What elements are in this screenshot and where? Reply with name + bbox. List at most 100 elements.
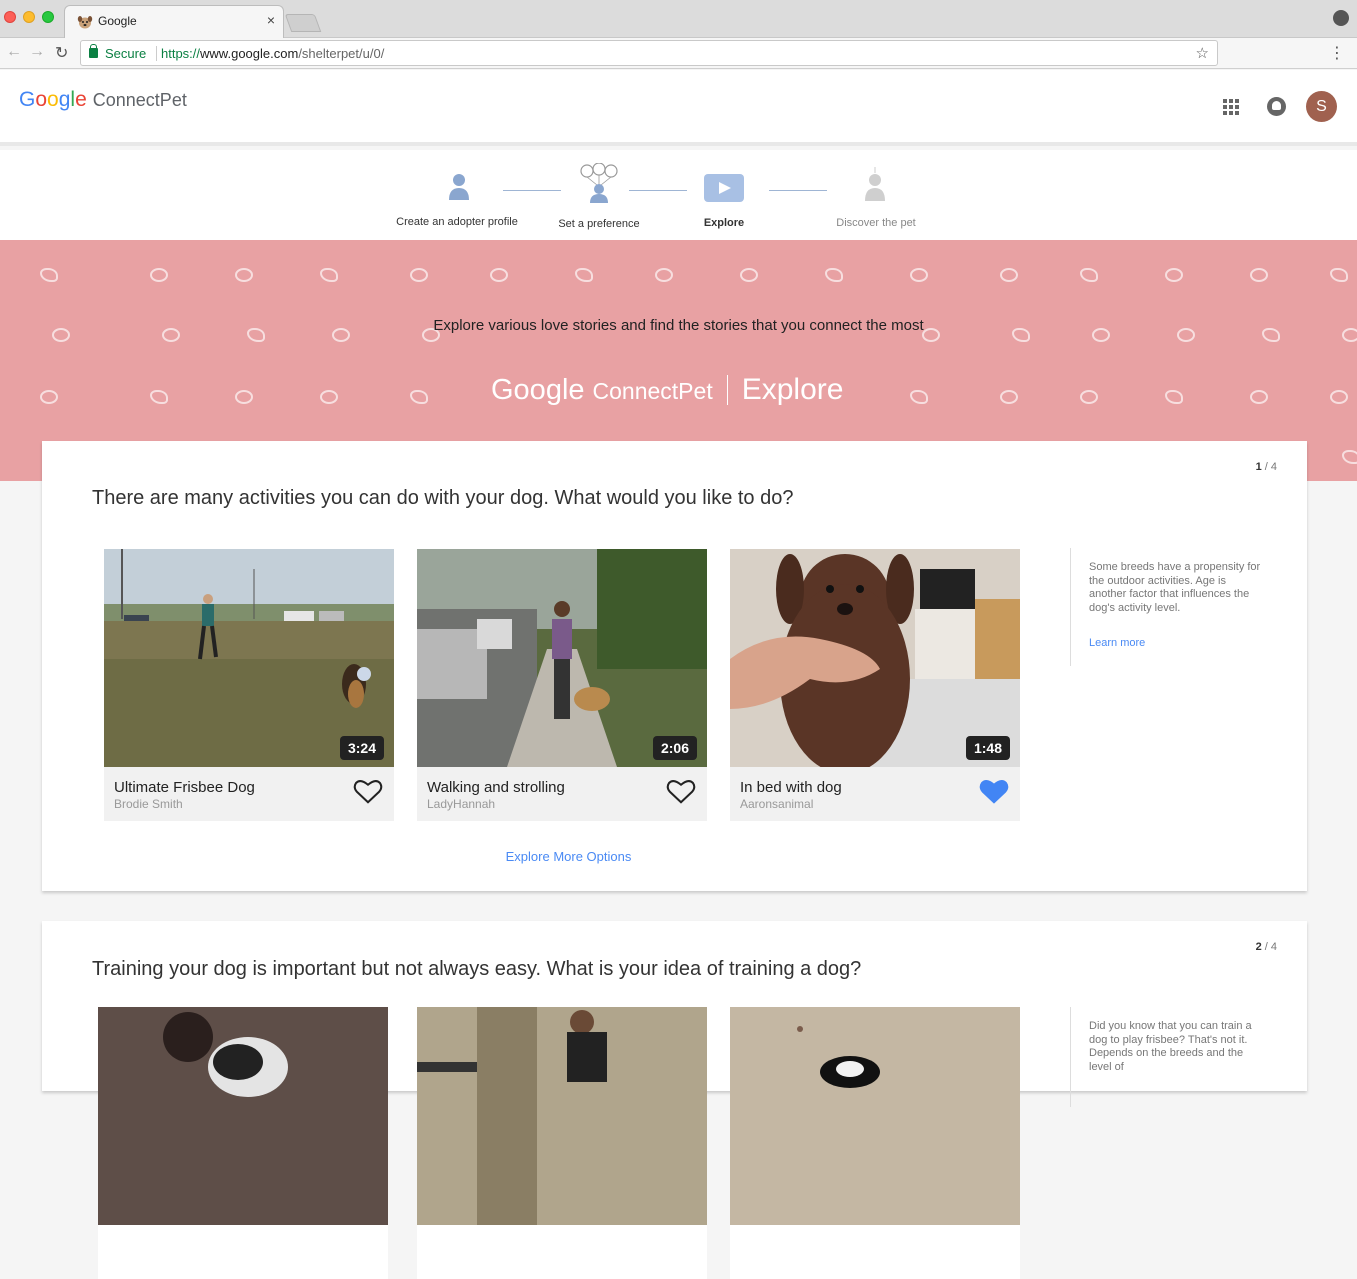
video-thumbnail[interactable] — [730, 1007, 1020, 1225]
video-card[interactable]: 3:24 Ultimate Frisbee Dog Brodie Smith — [104, 549, 394, 821]
video-thumbnail[interactable] — [98, 1007, 388, 1225]
pet-pattern-shape — [825, 268, 843, 282]
training-room-image — [417, 1007, 707, 1225]
hero-tagline: Explore various love stories and find th… — [433, 317, 924, 334]
video-author: Aaronsanimal — [740, 797, 814, 811]
pet-pattern-shape — [150, 268, 168, 282]
walking-street-image — [417, 549, 707, 767]
avatar[interactable]: S — [1306, 91, 1337, 122]
video-card[interactable] — [417, 1007, 707, 1279]
question-card: 2 / 4 Training your dog is important but… — [42, 921, 1307, 1279]
couch-dog-image — [98, 1007, 388, 1225]
question-card: 1 / 4 There are many activities you can … — [42, 441, 1307, 891]
app-header: Google ConnectPet S — [0, 70, 1357, 146]
notifications-icon[interactable] — [1267, 97, 1286, 116]
apps-grid-icon[interactable] — [1223, 99, 1239, 115]
pet-pattern-shape — [910, 268, 928, 282]
heart-filled-icon[interactable] — [979, 777, 1009, 805]
step-label-discover[interactable]: Discover the pet — [836, 217, 915, 229]
hero-brand-google: Google — [491, 374, 585, 406]
step-label-set-preference[interactable]: Set a preference — [558, 218, 639, 230]
bookmark-star-icon[interactable]: ☆ — [1196, 44, 1209, 62]
tab-title: Google — [98, 14, 137, 28]
tip-text: Some breeds have a propensity for the ou… — [1089, 561, 1261, 614]
close-window-button[interactable] — [4, 11, 16, 23]
dog-favicon-icon — [77, 16, 93, 29]
url-divider — [156, 46, 157, 61]
hero-brand-separator — [726, 375, 728, 405]
pet-pattern-shape — [1000, 390, 1018, 404]
minimize-window-button[interactable] — [23, 11, 35, 23]
video-thumbnail[interactable] — [417, 1007, 707, 1225]
tab-close-icon[interactable]: × — [267, 12, 275, 28]
pet-pattern-shape — [40, 390, 58, 404]
video-card[interactable] — [98, 1007, 388, 1279]
video-thumbnail[interactable]: 2:06 — [417, 549, 707, 767]
pet-pattern-shape — [1250, 390, 1268, 404]
video-thumbnail[interactable]: 1:48 — [730, 549, 1020, 767]
step-label-explore[interactable]: Explore — [704, 217, 744, 229]
heart-outline-icon[interactable] — [353, 777, 383, 805]
tip-sidebar: Did you know that you can train a dog to… — [1070, 1007, 1265, 1107]
secure-label: Secure — [105, 46, 147, 61]
explore-more-link[interactable]: Explore More Options — [42, 849, 1095, 864]
hero-brand-section: Explore — [741, 373, 844, 406]
url-path: /shelterpet/u/0/ — [298, 46, 385, 61]
counter-total: / 4 — [1261, 941, 1277, 953]
video-author: Brodie Smith — [114, 797, 183, 811]
learn-more-link[interactable]: Learn more — [1089, 637, 1265, 649]
step-connector — [769, 190, 827, 191]
pet-pattern-shape — [490, 268, 508, 282]
browser-profile-icon[interactable] — [1333, 10, 1349, 26]
video-duration: 1:48 — [965, 736, 1010, 760]
video-duration: 3:24 — [339, 736, 384, 760]
step-label-create-profile[interactable]: Create an adopter profile — [396, 216, 518, 228]
pet-pattern-shape — [1342, 450, 1357, 464]
video-duration: 2:06 — [652, 736, 697, 760]
heart-outline-icon[interactable] — [666, 777, 696, 805]
pet-pattern-shape — [320, 268, 338, 282]
pet-pattern-shape — [150, 390, 168, 404]
video-title[interactable]: In bed with dog — [740, 779, 842, 796]
pet-pattern-shape — [235, 268, 253, 282]
pet-pattern-shape — [410, 390, 428, 404]
step-connector — [503, 190, 561, 191]
question-title: There are many activities you can do wit… — [92, 487, 794, 509]
video-author: LadyHannah — [427, 797, 496, 811]
progress-stepper: Create an adopter profile Set a preferen… — [0, 150, 1357, 240]
url-scheme: https:// — [161, 46, 201, 61]
pet-pattern-shape — [1250, 268, 1268, 282]
discover-pet-icon — [865, 167, 885, 201]
pet-pattern-shape — [575, 268, 593, 282]
maximize-window-button[interactable] — [42, 11, 54, 23]
explore-play-icon — [704, 174, 744, 202]
reload-icon[interactable]: ↻ — [55, 43, 68, 63]
browser-tab[interactable]: Google × — [64, 5, 284, 39]
address-bar[interactable]: Secure https://www.google.com/shelterpet… — [80, 40, 1218, 66]
carpet-puppy-image — [730, 1007, 1020, 1225]
frisbee-park-image — [104, 549, 394, 767]
question-counter: 1 / 4 — [1256, 461, 1277, 473]
pet-pattern-shape — [1330, 268, 1348, 282]
video-thumbnail[interactable]: 3:24 — [104, 549, 394, 767]
video-title[interactable]: Walking and strolling — [427, 779, 565, 796]
logo-letter: G — [19, 88, 36, 111]
pet-pattern-shape — [1165, 390, 1183, 404]
browser-menu-icon[interactable]: ⋮ — [1329, 43, 1345, 63]
forward-arrow-icon[interactable]: → — [29, 43, 45, 61]
tip-text: Did you know that you can train a dog to… — [1089, 1020, 1252, 1073]
pet-pattern-shape — [1000, 268, 1018, 282]
new-tab-button[interactable] — [284, 14, 322, 32]
logo-letter: o — [47, 88, 59, 111]
video-card[interactable] — [730, 1007, 1020, 1279]
logo-letter: o — [35, 88, 48, 111]
back-arrow-icon[interactable]: ← — [6, 43, 22, 61]
video-card[interactable]: 2:06 Walking and strolling LadyHannah — [417, 549, 707, 821]
url-text[interactable]: https://www.google.com/shelterpet/u/0/ — [161, 46, 384, 61]
pet-pattern-shape — [655, 268, 673, 282]
connectpet-logo[interactable]: Google ConnectPet — [19, 88, 187, 112]
video-card[interactable]: 1:48 In bed with dog Aaronsanimal — [730, 549, 1020, 821]
pet-pattern-shape — [1080, 390, 1098, 404]
browser-toolbar: ← → ↻ Secure https://www.google.com/shel… — [0, 38, 1357, 69]
video-title[interactable]: Ultimate Frisbee Dog — [114, 779, 255, 796]
